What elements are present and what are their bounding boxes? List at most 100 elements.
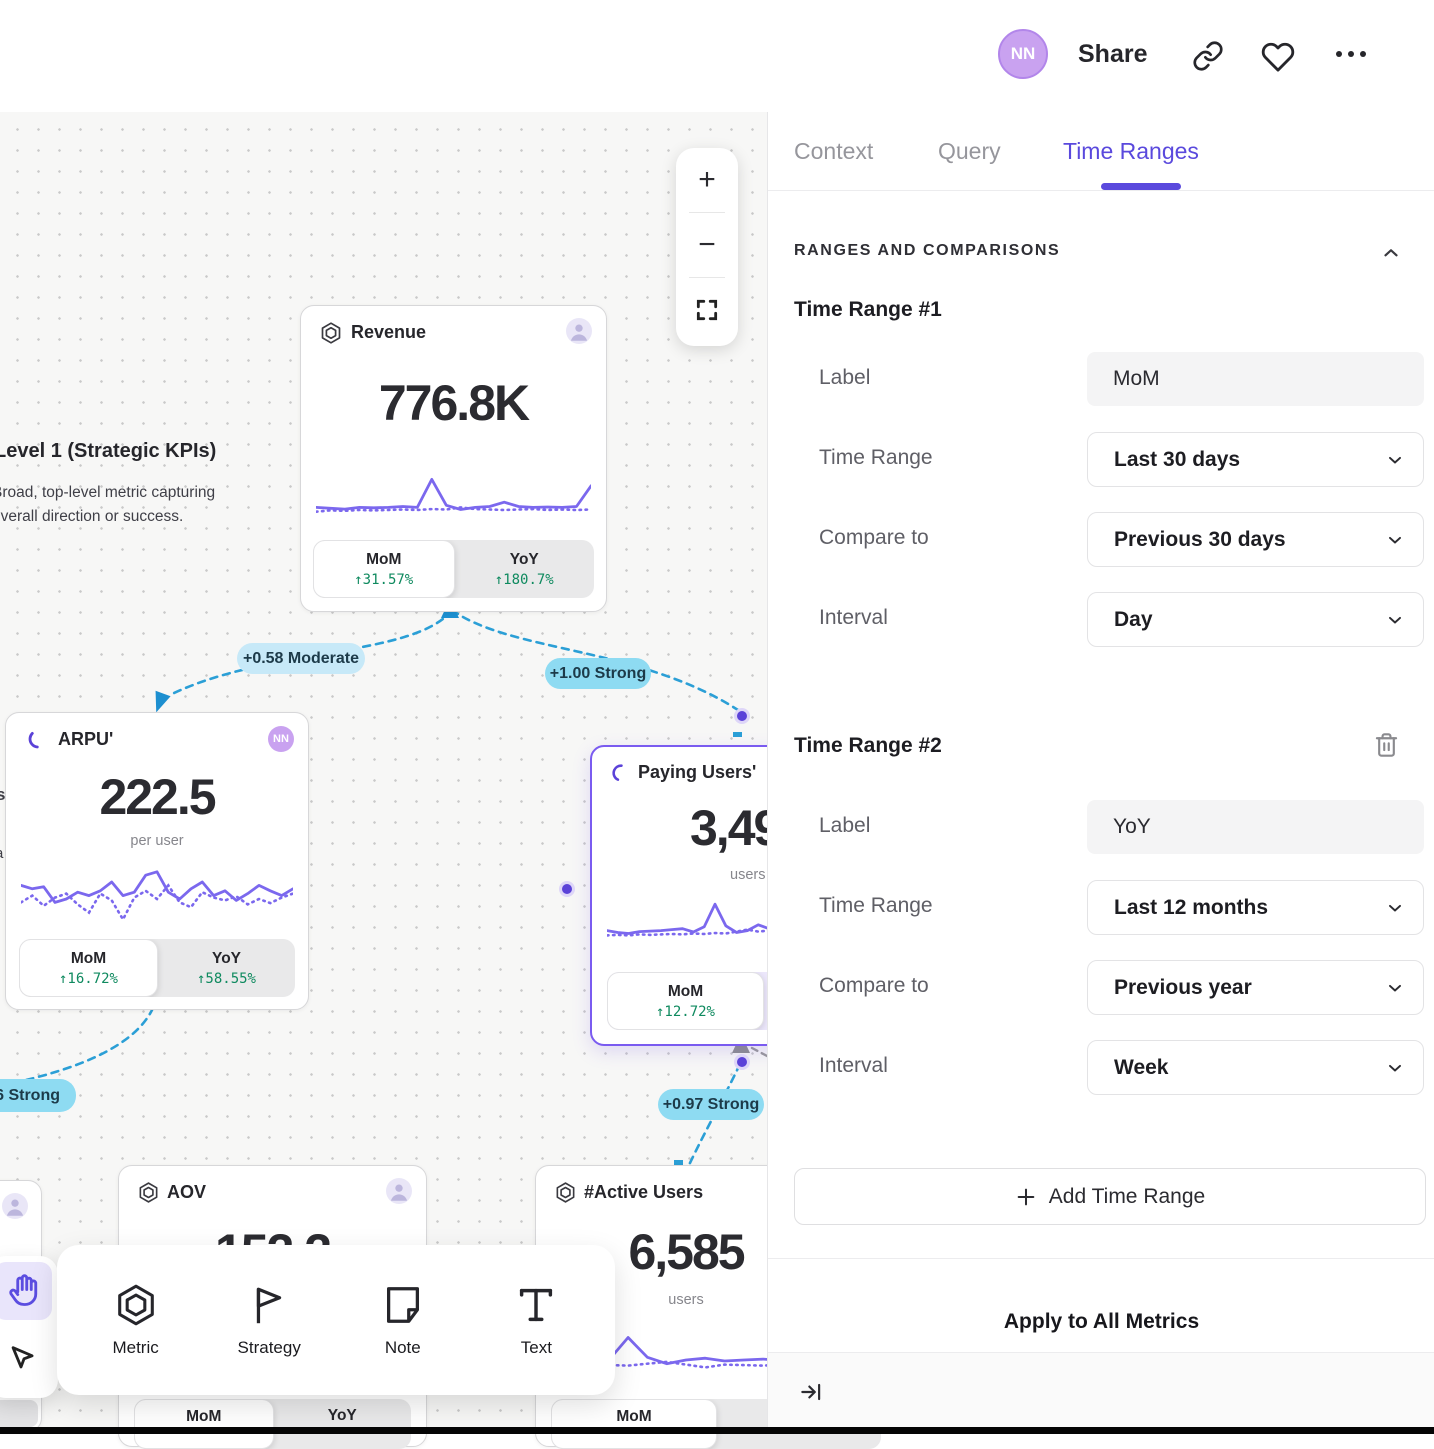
- delete-range-button[interactable]: [1373, 731, 1400, 759]
- toggle-mom[interactable]: MoM: [551, 1399, 717, 1449]
- toggle-mom[interactable]: MoM ↑12.72%: [607, 972, 764, 1030]
- tab-time-ranges[interactable]: Time Ranges: [1063, 138, 1199, 165]
- field-label: Compare to: [819, 974, 929, 998]
- toggle-mom[interactable]: MoM: [134, 1399, 274, 1449]
- text-icon: [513, 1282, 559, 1328]
- chevron-down-icon: [1385, 1058, 1405, 1078]
- tool-note[interactable]: Note: [348, 1282, 458, 1358]
- card-title: Revenue: [351, 322, 426, 343]
- note-icon: [380, 1282, 426, 1328]
- range-2-interval-select[interactable]: Week: [1087, 1040, 1424, 1095]
- connection-handle[interactable]: [734, 1054, 750, 1070]
- tool-label: Text: [521, 1338, 552, 1358]
- metric-card-arpu[interactable]: ARPU' NN 222.5 per user MoM ↑16.72% YoY …: [5, 712, 309, 1010]
- select-tool-button[interactable]: [0, 1330, 52, 1388]
- divider: [768, 1258, 1434, 1259]
- range-1-label-input[interactable]: MoM: [1087, 352, 1424, 406]
- chevron-down-icon: [1385, 530, 1405, 550]
- toggle-delta: ↑12.72%: [656, 1004, 715, 1020]
- bottom-edge-bar: [0, 1427, 1434, 1434]
- edge-tick-paying-top: [733, 732, 742, 737]
- flag-icon: [246, 1282, 292, 1328]
- range-2-label-input[interactable]: YoY: [1087, 800, 1424, 854]
- collapse-panel-button[interactable]: [798, 1379, 824, 1405]
- tool-text[interactable]: Text: [481, 1282, 591, 1358]
- metric-unit: users: [730, 867, 765, 883]
- card-title: AOV: [167, 1182, 206, 1203]
- more-options-button[interactable]: [1333, 48, 1369, 60]
- metric-card-revenue[interactable]: Revenue 776.8K MoM ↑31.57% YoY ↑180.7%: [300, 305, 607, 612]
- connection-handle[interactable]: [559, 881, 575, 897]
- toggle-delta: ↑31.57%: [354, 572, 413, 588]
- edge-paying-active: [684, 1064, 740, 1176]
- toggle-mom[interactable]: MoM ↑31.57%: [313, 540, 455, 598]
- toggle-delta: ↑58.55%: [197, 971, 256, 987]
- app-header: NN Share: [0, 0, 1434, 112]
- owner-avatar[interactable]: [386, 1178, 412, 1204]
- arrow-to-bar-icon: [798, 1379, 824, 1405]
- correlation-label: +1.00 Strong: [545, 658, 651, 689]
- card-title: #Active Users: [584, 1182, 703, 1203]
- toggle-yoy[interactable]: YoY: [274, 1399, 412, 1449]
- toggle-yoy[interactable]: YoY ↑180.7%: [455, 540, 595, 598]
- fullscreen-icon: [694, 297, 720, 323]
- range-1-compare-select[interactable]: Previous 30 days: [1087, 512, 1424, 567]
- note-body-line1: Broad, top-level metric capturing: [0, 481, 215, 505]
- toggle-mom[interactable]: MoM ↑16.72%: [19, 939, 158, 997]
- loading-spinner-icon: [610, 762, 632, 784]
- chevron-up-icon: [1380, 242, 1402, 264]
- field-label: Time Range: [819, 894, 933, 918]
- tab-query[interactable]: Query: [938, 138, 1001, 165]
- toggle-label: MoM: [71, 950, 106, 968]
- metric-hexagon-icon: [113, 1282, 159, 1328]
- tool-strategy[interactable]: Strategy: [214, 1282, 324, 1358]
- range-2-time-range-select[interactable]: Last 12 months: [1087, 880, 1424, 935]
- owner-avatar[interactable]: [566, 318, 592, 344]
- fit-view-button[interactable]: [676, 278, 738, 342]
- toggle-label: MoM: [366, 551, 401, 569]
- toggle-yoy[interactable]: YoY ↑58.55%: [158, 939, 295, 997]
- range-1-time-range-select[interactable]: Last 30 days: [1087, 432, 1424, 487]
- correlation-label: +0.58 Moderate: [237, 643, 365, 674]
- zoom-in-button[interactable]: +: [676, 148, 738, 212]
- range-1-interval-select[interactable]: Day: [1087, 592, 1424, 647]
- share-button[interactable]: Share: [1078, 40, 1147, 69]
- connection-handle[interactable]: [734, 708, 750, 724]
- tool-metric[interactable]: Metric: [81, 1282, 191, 1358]
- metric-unit: per user: [6, 833, 308, 849]
- favorite-button[interactable]: [1261, 40, 1295, 74]
- user-avatar[interactable]: NN: [998, 29, 1048, 79]
- owner-avatar[interactable]: [2, 1193, 28, 1219]
- zoom-control: + −: [676, 148, 738, 346]
- divider: [768, 190, 1434, 191]
- owner-avatar[interactable]: NN: [268, 726, 294, 752]
- chevron-down-icon: [1385, 610, 1405, 630]
- add-time-range-button[interactable]: Add Time Range: [794, 1168, 1426, 1225]
- metric-hexagon-icon: [554, 1181, 577, 1204]
- metric-hexagon-icon: [319, 321, 343, 345]
- hand-tool-button[interactable]: [0, 1262, 52, 1320]
- hand-icon: [5, 1273, 41, 1309]
- comparison-toggle: MoM ↑31.57% YoY ↑180.7%: [313, 540, 594, 598]
- note-title: Level 1 (Strategic KPIs): [0, 440, 216, 463]
- chevron-down-icon: [1385, 450, 1405, 470]
- comparison-toggle: MoM ↑16.72% YoY ↑58.55%: [19, 939, 295, 997]
- tool-label: Strategy: [238, 1338, 301, 1358]
- zoom-out-button[interactable]: −: [676, 213, 738, 277]
- copy-link-button[interactable]: [1192, 40, 1224, 72]
- metric-hexagon-icon: [137, 1181, 160, 1204]
- collapse-section-button[interactable]: [1380, 242, 1402, 264]
- toggle-delta: ↑16.72%: [59, 971, 118, 987]
- settings-panel: Context Query Time Ranges RANGES AND COM…: [767, 0, 1434, 1434]
- apply-to-all-metrics-button[interactable]: Apply to All Metrics: [768, 1310, 1434, 1334]
- correlation-label: 66 Strong: [0, 1079, 76, 1112]
- field-label: Label: [819, 814, 870, 838]
- add-time-range-label: Add Time Range: [1049, 1185, 1205, 1209]
- tab-context[interactable]: Context: [794, 138, 873, 165]
- range-2-title: Time Range #2: [794, 734, 942, 758]
- metric-value: 776.8K: [301, 374, 606, 432]
- ellipsis-icon: [1333, 48, 1369, 60]
- range-2-compare-select[interactable]: Previous year: [1087, 960, 1424, 1015]
- select-value: Last 12 months: [1114, 896, 1268, 920]
- sparkline: [316, 471, 591, 518]
